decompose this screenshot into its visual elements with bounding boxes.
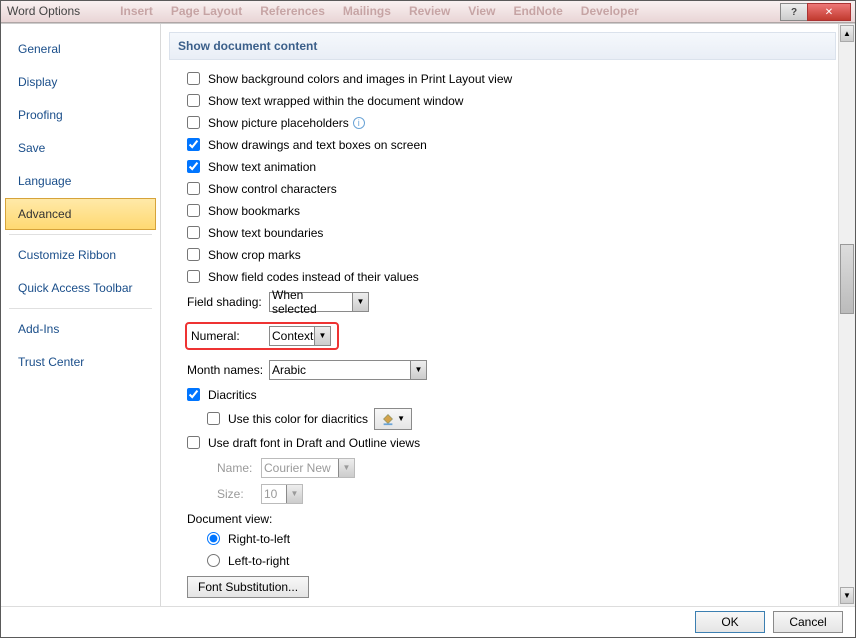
- sidebar-item-general[interactable]: General: [5, 33, 156, 65]
- opt-diacritics[interactable]: Diacritics: [187, 386, 836, 404]
- opt-draftfont[interactable]: Use draft font in Draft and Outline view…: [187, 434, 836, 452]
- chevron-down-icon: ▼: [286, 485, 302, 503]
- field-shading-select[interactable]: When selected▼: [269, 292, 369, 312]
- opt-ltr[interactable]: Left-to-right: [207, 552, 836, 570]
- opt-bookmarks[interactable]: Show bookmarks: [187, 202, 836, 220]
- ok-button[interactable]: OK: [695, 611, 765, 633]
- content-panel: Show document content Show background co…: [161, 24, 838, 606]
- check-diacritics[interactable]: [187, 388, 200, 401]
- radio-ltr[interactable]: [207, 554, 220, 567]
- titlebar: Word Options InsertPage LayoutReferences…: [1, 1, 855, 23]
- field-shading-row: Field shading: When selected▼: [187, 292, 836, 312]
- section-header: Show document content: [169, 32, 836, 60]
- word-options-dialog: Word Options InsertPage LayoutReferences…: [0, 0, 856, 638]
- opt-fieldcodes[interactable]: Show field codes instead of their values: [187, 268, 836, 286]
- numeral-highlight: Numeral: Context▼: [185, 322, 339, 350]
- opt-drawings[interactable]: Show drawings and text boxes on screen: [187, 136, 836, 154]
- field-shading-label: Field shading:: [187, 295, 269, 309]
- radio-rtl[interactable]: [207, 532, 220, 545]
- sidebar-item-proofing[interactable]: Proofing: [5, 99, 156, 131]
- ribbon-blur: InsertPage LayoutReferencesMailingsRevie…: [120, 4, 849, 18]
- sidebar-item-qat[interactable]: Quick Access Toolbar: [5, 272, 156, 304]
- check-ctrl[interactable]: [187, 182, 200, 195]
- cancel-button[interactable]: Cancel: [773, 611, 843, 633]
- chevron-down-icon: ▼: [314, 327, 330, 345]
- window-title: Word Options: [7, 4, 80, 18]
- check-bg[interactable]: [187, 72, 200, 85]
- month-label: Month names:: [187, 363, 269, 377]
- sidebar-item-addins[interactable]: Add-Ins: [5, 313, 156, 345]
- sidebar-item-advanced[interactable]: Advanced: [5, 198, 156, 230]
- sidebar-item-display[interactable]: Display: [5, 66, 156, 98]
- close-button[interactable]: ✕: [807, 3, 851, 21]
- chevron-down-icon: ▼: [338, 459, 354, 477]
- month-row: Month names: Arabic▼: [187, 360, 836, 380]
- font-substitution-button[interactable]: Font Substitution...: [187, 576, 309, 598]
- check-diacolor[interactable]: [207, 412, 220, 425]
- chevron-down-icon: ▼: [410, 361, 426, 379]
- dialog-footer: OK Cancel: [1, 606, 855, 637]
- chevron-down-icon: ▼: [352, 293, 368, 311]
- draft-name-select: Courier New▼: [261, 458, 355, 478]
- diacritics-color-button[interactable]: ▼: [374, 408, 412, 430]
- numeral-select[interactable]: Context▼: [269, 326, 331, 346]
- check-picph[interactable]: [187, 116, 200, 129]
- scroll-up-icon[interactable]: ▲: [840, 25, 854, 42]
- check-crop[interactable]: [187, 248, 200, 261]
- sidebar-item-trust-center[interactable]: Trust Center: [5, 346, 156, 378]
- draft-size-select: 10▼: [261, 484, 303, 504]
- vertical-scrollbar[interactable]: ▲ ▼: [838, 24, 855, 606]
- opt-crop[interactable]: Show crop marks: [187, 246, 836, 264]
- opt-ctrl[interactable]: Show control characters: [187, 180, 836, 198]
- sidebar-item-save[interactable]: Save: [5, 132, 156, 164]
- draft-size-row: Size: 10▼: [217, 484, 836, 504]
- info-icon: i: [353, 117, 365, 129]
- opt-wrap[interactable]: Show text wrapped within the document wi…: [187, 92, 836, 110]
- help-button[interactable]: ?: [780, 3, 808, 21]
- scroll-down-icon[interactable]: ▼: [840, 587, 854, 604]
- draft-name-label: Name:: [217, 461, 261, 475]
- check-bound[interactable]: [187, 226, 200, 239]
- draft-size-label: Size:: [217, 487, 261, 501]
- sidebar-item-customize-ribbon[interactable]: Customize Ribbon: [5, 239, 156, 271]
- sidebar-item-language[interactable]: Language: [5, 165, 156, 197]
- opt-anim[interactable]: Show text animation: [187, 158, 836, 176]
- numeral-label: Numeral:: [191, 329, 269, 343]
- opt-diacolor[interactable]: Use this color for diacritics ▼: [207, 408, 836, 430]
- month-select[interactable]: Arabic▼: [269, 360, 427, 380]
- opt-rtl[interactable]: Right-to-left: [207, 530, 836, 548]
- opt-bound[interactable]: Show text boundaries: [187, 224, 836, 242]
- opt-picph[interactable]: Show picture placeholdersi: [187, 114, 836, 132]
- check-anim[interactable]: [187, 160, 200, 173]
- check-fieldcodes[interactable]: [187, 270, 200, 283]
- opt-bg[interactable]: Show background colors and images in Pri…: [187, 70, 836, 88]
- draft-name-row: Name: Courier New▼: [217, 458, 836, 478]
- scroll-thumb[interactable]: [840, 244, 854, 314]
- check-bookmarks[interactable]: [187, 204, 200, 217]
- sidebar: General Display Proofing Save Language A…: [1, 24, 161, 606]
- dialog-body: General Display Proofing Save Language A…: [1, 23, 855, 606]
- document-view-label: Document view:: [187, 512, 836, 526]
- check-wrap[interactable]: [187, 94, 200, 107]
- paint-bucket-icon: [381, 412, 395, 426]
- check-draftfont[interactable]: [187, 436, 200, 449]
- check-drawings[interactable]: [187, 138, 200, 151]
- content-wrap: Show document content Show background co…: [161, 24, 855, 606]
- window-controls: ? ✕: [781, 3, 851, 21]
